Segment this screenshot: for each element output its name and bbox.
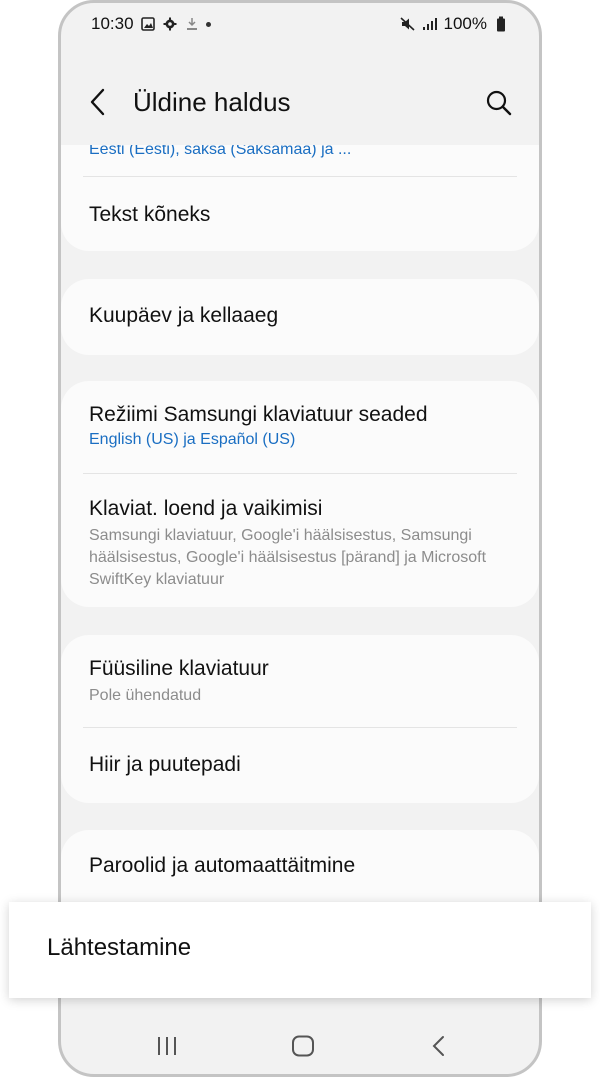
divider bbox=[83, 727, 517, 728]
list-item-date-time[interactable]: Kuupäev ja kellaaeg bbox=[89, 304, 517, 328]
nav-back-button[interactable] bbox=[431, 1035, 447, 1062]
navigation-bar bbox=[61, 1004, 539, 1074]
home-icon bbox=[292, 1035, 314, 1057]
mute-icon bbox=[399, 16, 416, 32]
card-keyboards: Režiimi Samsungi klaviatuur seaded Engli… bbox=[61, 381, 539, 607]
signal-icon bbox=[422, 16, 438, 32]
battery-icon bbox=[493, 16, 509, 32]
clock: 10:30 bbox=[91, 14, 134, 33]
samsung-keyboard-subtitle: English (US) ja Español (US) bbox=[89, 431, 296, 448]
recent-apps-icon bbox=[158, 1037, 176, 1055]
date-time-label: Kuupäev ja kellaaeg bbox=[89, 304, 279, 327]
passwords-label: Paroolid ja automaattäitmine bbox=[89, 854, 356, 877]
notification-dot-icon bbox=[205, 21, 211, 27]
card-date-time: Kuupäev ja kellaaeg bbox=[61, 279, 539, 355]
list-item-keyboard-list[interactable]: Klaviat. loend ja vaikimisi Samsungi kla… bbox=[89, 497, 517, 591]
page-title: Üldine haldus bbox=[133, 87, 291, 117]
download-icon bbox=[184, 16, 200, 32]
settings-list[interactable]: Eesti (Eesti), saksa (Saksamaa) ja ... T… bbox=[61, 145, 539, 994]
search-icon bbox=[486, 90, 512, 116]
recent-apps-button[interactable] bbox=[156, 1036, 178, 1061]
mouse-touchpad-label: Hiir ja puutepadi bbox=[89, 753, 241, 776]
samsung-keyboard-label: Režiimi Samsungi klaviatuur seaded bbox=[89, 403, 428, 426]
card-language: Eesti (Eesti), saksa (Saksamaa) ja ... T… bbox=[61, 145, 539, 251]
gallery-icon bbox=[140, 16, 156, 32]
text-to-speech-label: Tekst kõneks bbox=[89, 203, 211, 226]
card-physical-input: Füüsiline klaviatuur Pole ühendatud Hiir… bbox=[61, 635, 539, 803]
status-bar: 10:30 100% bbox=[91, 13, 509, 35]
list-item-text-to-speech[interactable]: Tekst kõneks bbox=[89, 203, 517, 227]
list-item-language[interactable]: Eesti (Eesti), saksa (Saksamaa) ja ... bbox=[89, 145, 517, 159]
reset-item-highlight[interactable]: Lähtestamine bbox=[9, 902, 591, 998]
search-button[interactable] bbox=[485, 89, 513, 117]
back-button[interactable] bbox=[87, 87, 111, 117]
home-button[interactable] bbox=[291, 1035, 315, 1062]
language-subtitle: Eesti (Eesti), saksa (Saksamaa) ja ... bbox=[89, 145, 352, 158]
divider bbox=[83, 176, 517, 177]
back-arrow-icon bbox=[90, 88, 105, 116]
keyboard-list-subtitle: Samsungi klaviatuur, Google'i häälsisest… bbox=[89, 527, 487, 588]
list-item-mouse-touchpad[interactable]: Hiir ja puutepadi bbox=[89, 753, 517, 777]
physical-keyboard-subtitle: Pole ühendatud bbox=[89, 687, 202, 704]
nav-back-icon bbox=[432, 1036, 444, 1056]
list-item-physical-keyboard[interactable]: Füüsiline klaviatuur Pole ühendatud bbox=[89, 657, 517, 707]
list-item-samsung-keyboard[interactable]: Režiimi Samsungi klaviatuur seaded Engli… bbox=[89, 403, 517, 449]
divider bbox=[83, 473, 517, 474]
reset-label: Lähtestamine bbox=[47, 934, 192, 961]
physical-keyboard-label: Füüsiline klaviatuur bbox=[89, 657, 269, 680]
battery-percent: 100% bbox=[443, 14, 487, 33]
keyboard-list-label: Klaviat. loend ja vaikimisi bbox=[89, 497, 323, 520]
app-bar: Üldine haldus bbox=[61, 73, 539, 133]
list-item-passwords[interactable]: Paroolid ja automaattäitmine bbox=[89, 854, 517, 878]
settings-gear-icon bbox=[162, 16, 178, 32]
